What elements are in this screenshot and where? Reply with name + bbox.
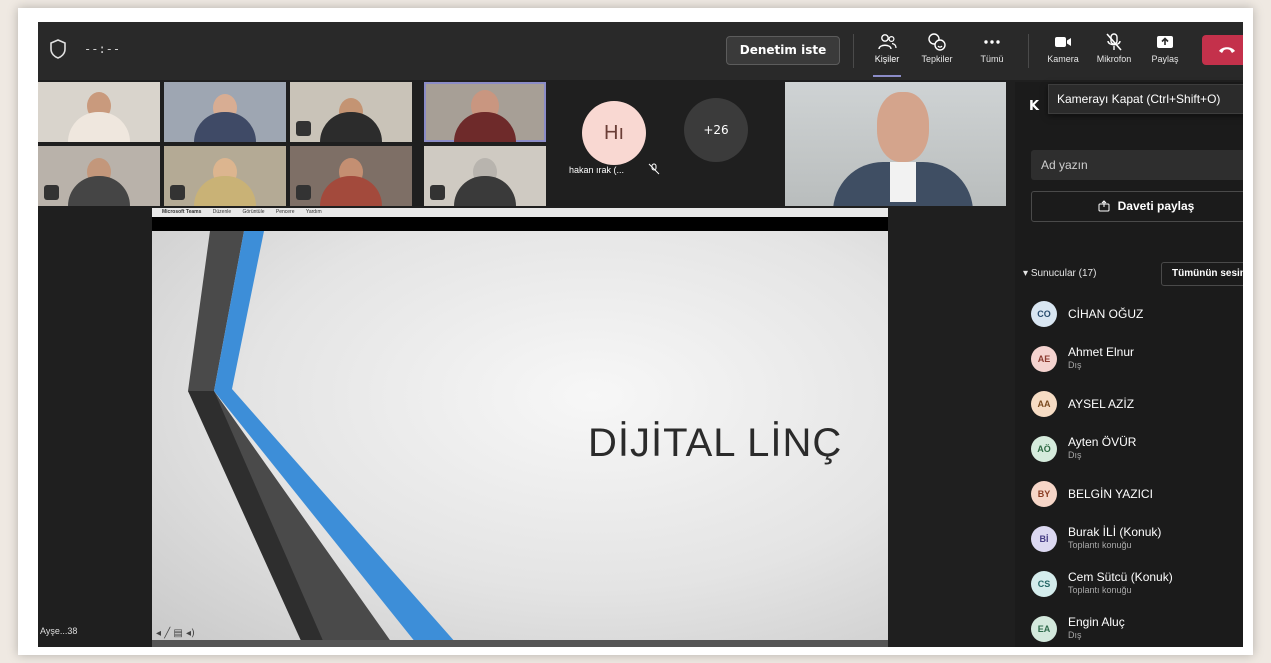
participant-avatar: BY xyxy=(1031,481,1057,507)
microphone-button[interactable]: Mikrofon xyxy=(1091,28,1137,74)
participant-row[interactable]: EA Engin Aluç Dış xyxy=(1031,610,1243,646)
video-tile[interactable] xyxy=(38,146,160,206)
video-tile[interactable] xyxy=(38,82,160,142)
participant-name: AYSEL AZİZ xyxy=(1068,397,1135,411)
participant-row[interactable]: AE Ahmet Elnur Dış xyxy=(1031,340,1243,376)
toolbar-divider xyxy=(1028,34,1029,68)
participant-row[interactable]: AA AYSEL AZİZ xyxy=(1031,385,1243,421)
people-label: Kişiler xyxy=(874,54,900,64)
share-button[interactable]: Paylaş xyxy=(1142,28,1188,74)
participant-avatar: AÖ xyxy=(1031,436,1057,462)
leave-button[interactable] xyxy=(1202,35,1243,65)
shared-slide: DİJİTAL LİNÇ ◂ ╱ ▤ ◂) xyxy=(152,231,888,643)
camera-icon xyxy=(1055,37,1071,47)
share-icon xyxy=(1157,36,1173,48)
share-label: Paylaş xyxy=(1151,54,1179,64)
video-tile[interactable] xyxy=(424,146,546,206)
participant-avatar: AE xyxy=(1031,346,1057,372)
toolbar-divider xyxy=(853,34,854,68)
participant-name: BELGİN YAZICI xyxy=(1068,487,1153,501)
more-participants-button[interactable]: +26 xyxy=(684,98,748,162)
mic-muted-icon xyxy=(296,185,311,200)
shared-toolbar-strip xyxy=(152,217,888,231)
hang-up-icon xyxy=(1219,47,1235,53)
camera-label: Kamera xyxy=(1047,54,1079,64)
participant-row[interactable]: AÖ Ayten ÖVÜR Dış xyxy=(1031,430,1243,466)
microphone-label: Mikrofon xyxy=(1096,54,1132,64)
participant-row[interactable]: CO CİHAN OĞUZ xyxy=(1031,295,1243,331)
participant-avatar: CS xyxy=(1031,571,1057,597)
share-icon xyxy=(1098,200,1110,212)
camera-button[interactable]: Kamera xyxy=(1040,28,1086,74)
participant-role: Dış xyxy=(1068,360,1082,370)
mic-off-icon xyxy=(1106,33,1122,51)
menubar-item: Yardım xyxy=(305,209,322,215)
request-assist-button[interactable]: Denetim iste xyxy=(726,36,840,65)
name-search-input[interactable] xyxy=(1031,150,1243,180)
video-tile[interactable] xyxy=(290,146,412,206)
mic-muted-icon xyxy=(296,121,311,136)
share-invite-button[interactable]: Daveti paylaş xyxy=(1031,191,1243,222)
people-button[interactable]: Kişiler xyxy=(864,28,910,77)
more-button[interactable]: Tümü xyxy=(969,28,1015,74)
slide-title: DİJİTAL LİNÇ xyxy=(588,421,843,465)
self-view-label: Ayşe...38 xyxy=(40,626,78,636)
menubar-item: Düzenle xyxy=(212,209,232,215)
reactions-icon xyxy=(928,33,946,51)
mic-muted-icon xyxy=(44,185,59,200)
participant-row[interactable]: BY BELGİN YAZICI xyxy=(1031,475,1243,511)
shared-taskbar xyxy=(152,640,888,647)
active-speaker-video[interactable] xyxy=(785,82,1006,206)
meeting-timer: --:-- xyxy=(84,42,121,56)
mic-muted-icon xyxy=(170,185,185,200)
participant-name: CİHAN OĞUZ xyxy=(1068,307,1144,321)
video-tile[interactable] xyxy=(164,82,286,142)
participant-avatar: AA xyxy=(1031,391,1057,417)
teams-meeting-window: --:-- Denetim iste Kişiler Tepkiler Tümü… xyxy=(38,22,1243,647)
more-icon xyxy=(984,40,1000,44)
participant-name: hakan ırak (... xyxy=(569,165,625,175)
participant-avatar: Bİ xyxy=(1031,526,1057,552)
participant-name: Ayten ÖVÜR xyxy=(1068,435,1137,449)
reactions-label: Tepkiler xyxy=(921,54,953,64)
participant-role: Dış xyxy=(1068,450,1082,460)
mic-muted-icon xyxy=(648,163,660,175)
mute-all-button[interactable]: Tümünün sesini kapat xyxy=(1161,262,1243,286)
video-tile[interactable] xyxy=(424,82,546,142)
menubar-item: Pencere xyxy=(275,209,295,215)
meeting-toolbar: --:-- Denetim iste Kişiler Tepkiler Tümü… xyxy=(38,22,1243,80)
menubar-item: Microsoft Teams xyxy=(162,209,202,215)
camera-tooltip: Kamerayı Kapat (Ctrl+Shift+O) xyxy=(1048,84,1243,114)
participant-name: Ahmet Elnur xyxy=(1068,345,1135,359)
menubar-item: Görüntüle xyxy=(242,209,265,215)
share-invite-label: Daveti paylaş xyxy=(1117,199,1195,213)
mic-muted-icon xyxy=(430,185,445,200)
participant-role: Dış xyxy=(1068,630,1082,640)
participant-avatar[interactable]: Hı xyxy=(582,101,646,165)
more-label: Tümü xyxy=(980,54,1004,64)
participant-name: Engin Aluç xyxy=(1068,615,1125,629)
shared-menubar: Microsoft Teams Düzenle Görüntüle Pencer… xyxy=(152,208,888,217)
participant-avatar: CO xyxy=(1031,301,1057,327)
participant-avatar: EA xyxy=(1031,616,1057,642)
panel-title: K xyxy=(1029,99,1040,114)
video-tile[interactable] xyxy=(290,82,412,142)
participant-name: Burak İLİ (Konuk) xyxy=(1068,525,1162,539)
participant-name: Cem Sütcü (Konuk) xyxy=(1068,570,1173,584)
participants-panel: K Daveti paylaş ▾ Sunucular (17) Tümünün… xyxy=(1015,82,1243,647)
participant-role: Toplantı konuğu xyxy=(1068,540,1132,550)
presenters-section-header[interactable]: ▾ Sunucular (17) xyxy=(1023,268,1096,279)
shield-icon xyxy=(50,39,66,59)
people-icon xyxy=(878,34,897,50)
participant-row[interactable]: Bİ Burak İLİ (Konuk) Toplantı konuğu xyxy=(1031,520,1243,556)
video-tile[interactable] xyxy=(164,146,286,206)
reactions-button[interactable]: Tepkiler xyxy=(914,28,960,74)
participant-row[interactable]: CS Cem Sütcü (Konuk) Toplantı konuğu xyxy=(1031,565,1243,601)
slide-controls[interactable]: ◂ ╱ ▤ ◂) xyxy=(156,628,195,639)
participant-role: Toplantı konuğu xyxy=(1068,585,1132,595)
